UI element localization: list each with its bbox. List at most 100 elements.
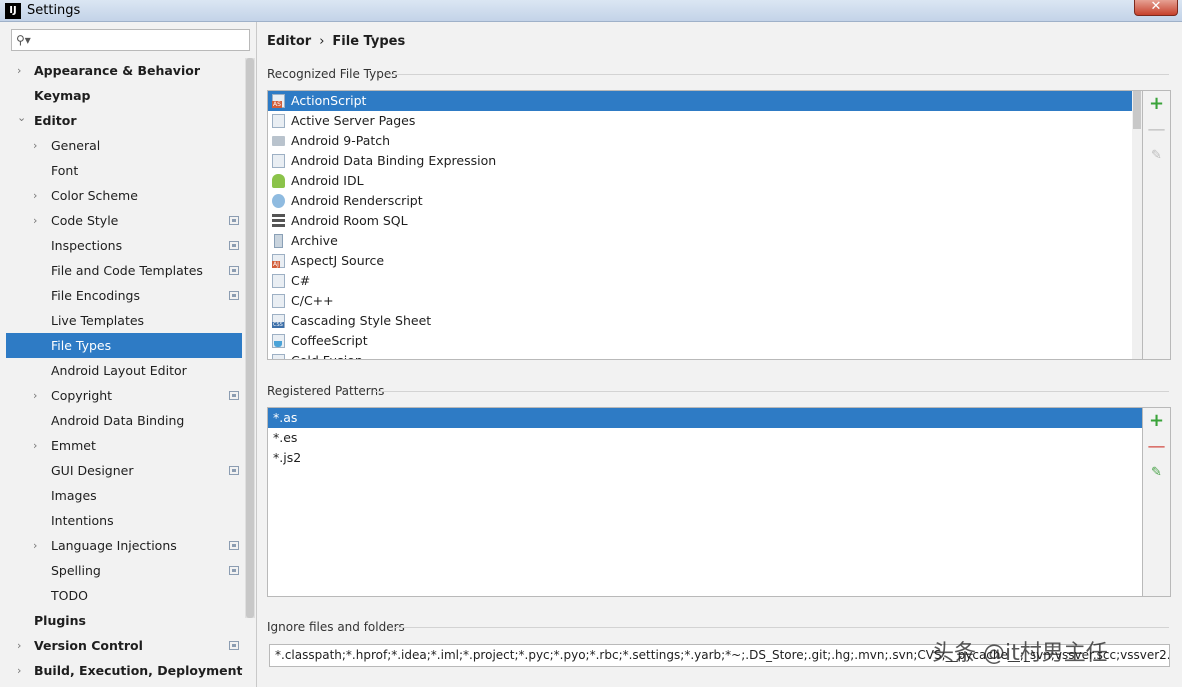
remove-file-type-button[interactable]: — bbox=[1143, 117, 1170, 143]
remove-pattern-button[interactable]: — bbox=[1143, 434, 1170, 460]
sidebar-item[interactable]: › Emmet bbox=[6, 433, 242, 458]
file-type-row[interactable]: Android Renderscript bbox=[268, 191, 1142, 211]
chevron-right-icon[interactable]: › bbox=[17, 658, 21, 683]
add-file-type-button[interactable]: + bbox=[1143, 91, 1170, 117]
file-type-row[interactable]: Cascading Style Sheet bbox=[268, 311, 1142, 331]
sidebar-scrollbar-thumb[interactable] bbox=[246, 58, 254, 618]
breadcrumb-current: File Types bbox=[332, 34, 406, 49]
sidebar-item-label: Color Scheme bbox=[51, 188, 138, 203]
file-type-label: Android IDL bbox=[291, 173, 364, 188]
sidebar-item[interactable]: Spelling bbox=[6, 558, 242, 583]
registered-patterns-list[interactable]: *.as *.es *.js2 bbox=[267, 407, 1143, 597]
file-type-label: Active Server Pages bbox=[291, 113, 416, 128]
pattern-row[interactable]: *.js2 bbox=[268, 448, 1142, 468]
file-type-label: Archive bbox=[291, 233, 338, 248]
sidebar-item[interactable]: File Types bbox=[6, 333, 242, 358]
file-type-row[interactable]: AspectJ Source bbox=[268, 251, 1142, 271]
coldfusion-file-icon bbox=[272, 354, 285, 359]
file-type-row[interactable]: C# bbox=[268, 271, 1142, 291]
sidebar-item[interactable]: Font bbox=[6, 158, 242, 183]
file-type-label: Android Room SQL bbox=[291, 213, 408, 228]
sidebar-item[interactable]: Keymap bbox=[6, 83, 242, 108]
chevron-right-icon[interactable]: › bbox=[33, 383, 37, 408]
chevron-right-icon[interactable]: › bbox=[33, 433, 37, 458]
sidebar-item[interactable]: › Version Control bbox=[6, 633, 242, 658]
breadcrumb-parent[interactable]: Editor bbox=[267, 34, 311, 49]
chevron-down-icon[interactable]: ⌄ bbox=[17, 105, 26, 130]
sidebar-item[interactable]: Inspections bbox=[6, 233, 242, 258]
sidebar-item[interactable]: › Appearance & Behavior bbox=[6, 58, 242, 83]
breadcrumb-separator: › bbox=[319, 34, 325, 49]
sidebar-item[interactable]: › General bbox=[6, 133, 242, 158]
renderscript-icon bbox=[272, 194, 285, 208]
sidebar-item[interactable]: TODO bbox=[6, 583, 242, 608]
sidebar-item[interactable]: Intentions bbox=[6, 508, 242, 533]
edit-file-type-button[interactable]: ✎ bbox=[1143, 143, 1170, 169]
pattern-label: *.as bbox=[273, 410, 298, 425]
pattern-row[interactable]: *.as bbox=[268, 408, 1142, 428]
project-settings-icon bbox=[229, 216, 239, 225]
sidebar-item[interactable]: Live Templates bbox=[6, 308, 242, 333]
sidebar-item-label: Build, Execution, Deployment bbox=[34, 663, 243, 678]
file-types-scrollbar[interactable] bbox=[1132, 91, 1142, 359]
settings-search-input[interactable]: ⚲▾ bbox=[11, 29, 250, 51]
sidebar-item-label: Inspections bbox=[51, 238, 123, 253]
sidebar-item[interactable]: Android Data Binding bbox=[6, 408, 242, 433]
add-pattern-button[interactable]: + bbox=[1143, 408, 1170, 434]
sidebar-item[interactable]: › Color Scheme bbox=[6, 183, 242, 208]
sidebar-item-label: Keymap bbox=[34, 88, 91, 103]
chevron-right-icon[interactable]: › bbox=[17, 58, 21, 83]
sidebar-item-label: Spelling bbox=[51, 563, 101, 578]
file-type-row[interactable]: ActionScript bbox=[268, 91, 1142, 111]
pattern-label: *.es bbox=[273, 430, 298, 445]
sql-icon bbox=[272, 214, 285, 228]
file-type-row[interactable]: C/C++ bbox=[268, 291, 1142, 311]
file-type-row[interactable]: Archive bbox=[268, 231, 1142, 251]
file-type-row[interactable]: Active Server Pages bbox=[268, 111, 1142, 131]
file-type-label: Android Data Binding Expression bbox=[291, 153, 497, 168]
chevron-right-icon[interactable]: › bbox=[33, 533, 37, 558]
sidebar-item[interactable]: File Encodings bbox=[6, 283, 242, 308]
sidebar-item-label: Language Injections bbox=[51, 538, 177, 553]
file-type-label: Android Renderscript bbox=[291, 193, 423, 208]
edit-pattern-button[interactable]: ✎ bbox=[1143, 460, 1170, 486]
sidebar-item[interactable]: › Code Style bbox=[6, 208, 242, 233]
sidebar-item-label: Copyright bbox=[51, 388, 113, 403]
chevron-right-icon[interactable]: › bbox=[33, 133, 37, 158]
patterns-toolbar: + — ✎ bbox=[1143, 407, 1171, 597]
recognized-file-types-list[interactable]: ActionScript Active Server Pages Android 9… bbox=[267, 90, 1143, 360]
file-type-row[interactable]: CoffeeScript bbox=[268, 331, 1142, 351]
pattern-row[interactable]: *.es bbox=[268, 428, 1142, 448]
sidebar-item[interactable]: Android Layout Editor bbox=[6, 358, 242, 383]
project-settings-icon bbox=[229, 541, 239, 550]
sidebar-item[interactable]: › Copyright bbox=[6, 383, 242, 408]
breadcrumb: Editor › File Types bbox=[267, 34, 405, 49]
file-type-row[interactable]: Cold Fusion bbox=[268, 351, 1142, 359]
project-settings-icon bbox=[229, 566, 239, 575]
file-type-label: ActionScript bbox=[291, 93, 367, 108]
sidebar-item-label: Emmet bbox=[51, 438, 96, 453]
sidebar-item[interactable]: › Language Injections bbox=[6, 533, 242, 558]
file-type-row[interactable]: Android 9-Patch bbox=[268, 131, 1142, 151]
file-type-row[interactable]: Android Room SQL bbox=[268, 211, 1142, 231]
chevron-right-icon[interactable]: › bbox=[33, 183, 37, 208]
sidebar-item[interactable]: Plugins bbox=[6, 608, 242, 633]
archive-icon bbox=[274, 234, 283, 248]
file-types-scrollbar-thumb[interactable] bbox=[1133, 91, 1141, 129]
chevron-right-icon[interactable]: › bbox=[33, 208, 37, 233]
file-type-row[interactable]: Android Data Binding Expression bbox=[268, 151, 1142, 171]
sidebar-item-label: Font bbox=[51, 163, 79, 178]
sidebar-item-label: Android Data Binding bbox=[51, 413, 185, 428]
settings-sidebar: ⚲▾ › Appearance & Behavior Keymap ⌄ Editor › G… bbox=[0, 22, 257, 687]
sidebar-scrollbar[interactable] bbox=[245, 58, 255, 618]
chevron-right-icon[interactable]: › bbox=[17, 633, 21, 658]
close-button[interactable]: ✕ bbox=[1134, 0, 1178, 16]
sidebar-item[interactable]: › Build, Execution, Deployment bbox=[6, 658, 242, 683]
sidebar-item[interactable]: Images bbox=[6, 483, 242, 508]
window-title: Settings bbox=[27, 3, 81, 18]
sidebar-item[interactable]: GUI Designer bbox=[6, 458, 242, 483]
sidebar-item[interactable]: ⌄ Editor bbox=[6, 108, 242, 133]
sidebar-item[interactable]: File and Code Templates bbox=[6, 258, 242, 283]
sidebar-item-label: Appearance & Behavior bbox=[34, 63, 200, 78]
file-type-row[interactable]: Android IDL bbox=[268, 171, 1142, 191]
